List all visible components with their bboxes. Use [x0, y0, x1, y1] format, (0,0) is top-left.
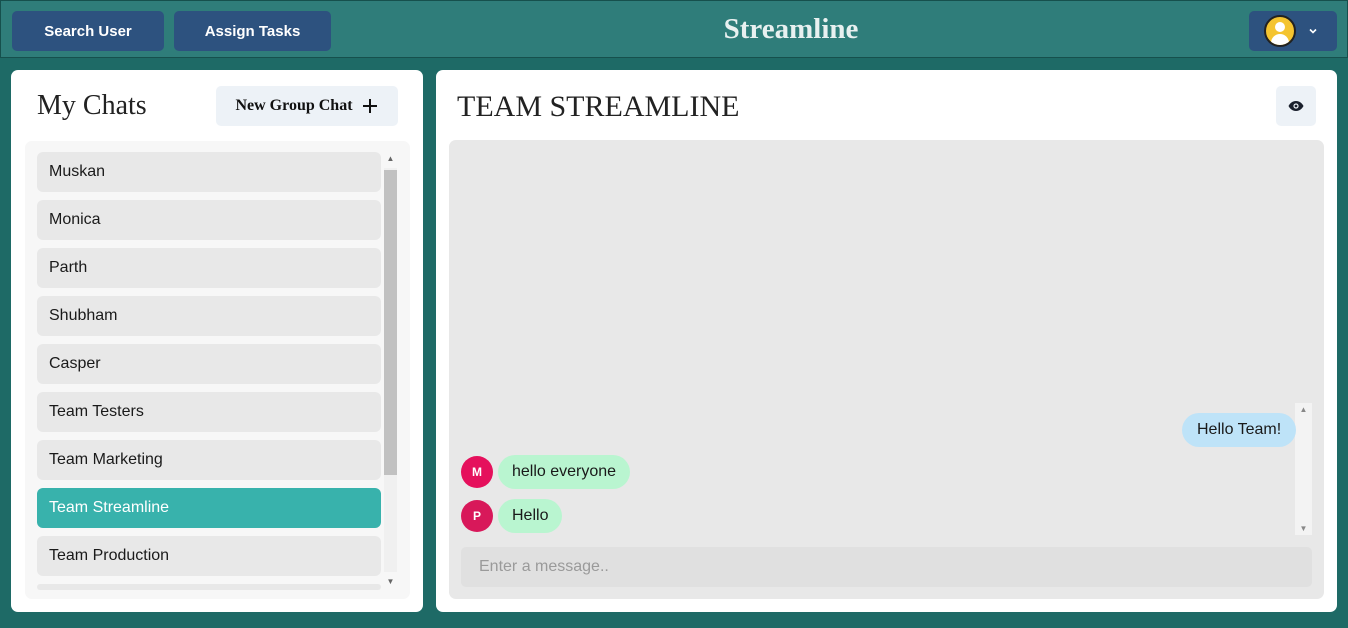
- chat-item-monica[interactable]: Monica: [37, 200, 381, 240]
- new-group-chat-button[interactable]: New Group Chat: [216, 86, 398, 126]
- chat-item-team-marketing[interactable]: Team Marketing: [37, 440, 381, 480]
- message-row: P Hello: [461, 499, 563, 533]
- top-bar: Search User Assign Tasks Streamline: [0, 0, 1348, 58]
- profile-menu-button[interactable]: [1249, 11, 1337, 51]
- chat-title: TEAM STREAMLINE: [457, 90, 740, 123]
- message-input[interactable]: [461, 547, 1312, 587]
- chat-item-shubham[interactable]: Shubham: [37, 296, 381, 336]
- messages-area: ▲ ▼ Hello Team! M hello everyone P Hello: [449, 140, 1324, 599]
- search-user-button[interactable]: Search User: [12, 11, 164, 51]
- chat-list-scrollbar[interactable]: ▲ ▼: [381, 152, 398, 588]
- chat-item-team-production[interactable]: Team Production: [37, 536, 381, 576]
- chat-panel: TEAM STREAMLINE ▲ ▼ Hello Team! M hello …: [436, 70, 1337, 612]
- chat-list-container: Muskan Monica Parth Shubham Casper Team …: [25, 141, 410, 599]
- messages-scrollbar[interactable]: ▲ ▼: [1295, 403, 1312, 535]
- sender-avatar[interactable]: P: [461, 500, 493, 532]
- scroll-up-arrow-icon[interactable]: ▲: [384, 154, 397, 163]
- chat-item-parth[interactable]: Parth: [37, 248, 381, 288]
- app-title: Streamline: [723, 13, 859, 45]
- chat-list: Muskan Monica Parth Shubham Casper Team …: [37, 152, 381, 598]
- plus-icon: [362, 99, 377, 113]
- chat-item-muskan[interactable]: Muskan: [37, 152, 381, 192]
- eye-icon: [1288, 101, 1304, 111]
- chat-item-team-testers[interactable]: Team Testers: [37, 392, 381, 432]
- sender-avatar[interactable]: M: [461, 456, 493, 488]
- scrollbar-thumb[interactable]: [384, 170, 397, 475]
- scroll-up-arrow-icon[interactable]: ▲: [1295, 405, 1312, 414]
- chat-item-partial[interactable]: [37, 584, 381, 590]
- message-row: M hello everyone: [461, 455, 631, 489]
- assign-tasks-button[interactable]: Assign Tasks: [174, 11, 331, 51]
- chat-item-team-streamline[interactable]: Team Streamline: [37, 488, 381, 528]
- new-group-chat-label: New Group Chat: [235, 97, 353, 114]
- chat-item-casper[interactable]: Casper: [37, 344, 381, 384]
- message-bubble: hello everyone: [498, 455, 631, 489]
- own-message-bubble: Hello Team!: [1182, 413, 1297, 447]
- chats-panel: My Chats New Group Chat Muskan Monica Pa…: [11, 70, 423, 612]
- scroll-down-arrow-icon[interactable]: ▼: [1295, 524, 1312, 533]
- scroll-down-arrow-icon[interactable]: ▼: [384, 577, 397, 586]
- user-avatar-icon: [1264, 15, 1296, 47]
- message-bubble: Hello: [498, 499, 563, 533]
- my-chats-heading: My Chats: [37, 90, 147, 121]
- view-details-button[interactable]: [1276, 86, 1316, 126]
- chevron-down-icon: [1309, 28, 1317, 34]
